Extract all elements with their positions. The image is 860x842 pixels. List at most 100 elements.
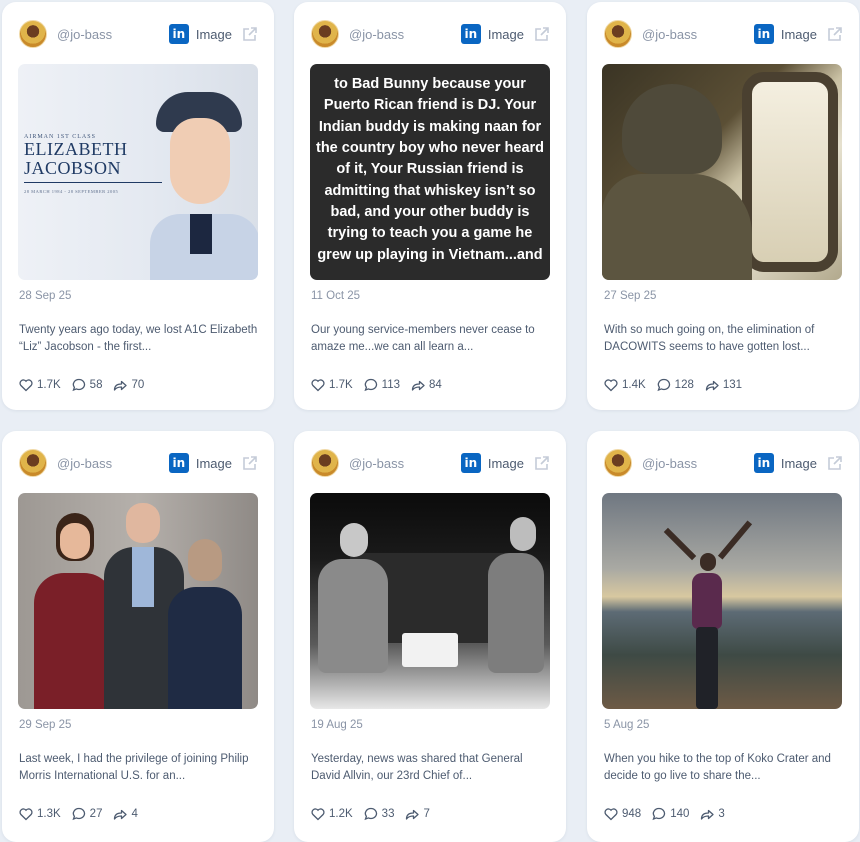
stage-table: [402, 633, 458, 667]
linkedin-icon: in: [753, 453, 774, 473]
airman-figure: [150, 64, 258, 280]
heart-icon: [311, 808, 325, 821]
likes-count: 1.2K: [329, 808, 353, 820]
speaker-left: [318, 523, 388, 673]
post-image[interactable]: [18, 493, 258, 709]
author-handle[interactable]: @jo-bass: [349, 27, 461, 42]
post-image[interactable]: [310, 493, 550, 709]
engagement-stats: 1.4K 128 131: [604, 378, 753, 392]
likes-count: 1.7K: [37, 379, 61, 391]
shares-count: 4: [131, 808, 138, 820]
likes-count: 948: [622, 808, 642, 820]
comment-icon: [72, 378, 85, 392]
post-date: 5 Aug 25: [604, 719, 650, 731]
post-card[interactable]: @jo-bass in Image 29 Sep 25 Last week, I…: [2, 431, 274, 842]
shares-count: 70: [131, 379, 145, 391]
comment-icon: [72, 807, 85, 821]
heart-icon: [604, 379, 618, 392]
likes-count: 1.3K: [37, 808, 61, 820]
pilot-helmet: [622, 84, 722, 174]
engagement-stats: 1.7K 113 84: [311, 378, 453, 392]
author-handle[interactable]: @jo-bass: [57, 456, 169, 471]
post-image[interactable]: AIRMAN 1ST CLASS ELIZABETH JACOBSON 28 M…: [18, 64, 258, 280]
heart-icon: [19, 379, 33, 392]
external-link-icon[interactable]: [533, 26, 550, 43]
post-date: 19 Aug 25: [311, 719, 363, 731]
post-type-label: Image: [780, 26, 817, 42]
card-header: @jo-bass in Image: [311, 447, 550, 479]
linkedin-icon: in: [753, 24, 774, 44]
comment-icon: [652, 807, 666, 821]
post-image[interactable]: [602, 493, 842, 709]
comments-count: 58: [89, 379, 103, 391]
avatar: [19, 20, 47, 48]
shares-stat: 70: [113, 378, 144, 392]
post-card[interactable]: @jo-bass in Image 19 Aug 25 Yesterday, n…: [294, 431, 566, 842]
comment-icon: [364, 378, 377, 392]
post-caption: When you hike to the top of Koko Crater …: [604, 753, 831, 782]
comments-count: 33: [381, 808, 395, 820]
share-icon: [411, 380, 425, 391]
window-frame: [742, 72, 838, 272]
likes-count: 1.4K: [622, 379, 646, 391]
shares-count: 131: [722, 379, 743, 391]
external-link-icon[interactable]: [533, 455, 550, 472]
shares-count: 7: [423, 808, 430, 820]
post-card[interactable]: @jo-bass in Image 5 Aug 25 When you hike…: [587, 431, 859, 842]
memorial-title: AIRMAN 1ST CLASS ELIZABETH JACOBSON 28 M…: [24, 134, 162, 194]
linkedin-icon: in: [168, 453, 189, 473]
card-header: @jo-bass in Image: [19, 18, 258, 50]
avatar: [604, 20, 632, 48]
comments-count: 140: [670, 808, 690, 820]
post-caption: Yesterday, news was shared that General …: [311, 753, 523, 782]
comments-stat: 140: [652, 807, 689, 821]
author-handle[interactable]: @jo-bass: [642, 456, 754, 471]
likes-stat: 1.4K: [604, 378, 646, 392]
comments-count: 27: [89, 808, 103, 820]
card-header: @jo-bass in Image: [311, 18, 550, 50]
shares-stat: 7: [405, 807, 430, 821]
author-handle[interactable]: @jo-bass: [349, 456, 461, 471]
heart-icon: [311, 379, 325, 392]
share-icon: [114, 809, 128, 820]
post-card[interactable]: @jo-bass in Image AIRMAN 1ST CLASS ELIZA…: [2, 2, 274, 410]
post-image[interactable]: to Bad Bunny because your Puerto Rican f…: [310, 64, 550, 280]
post-type-label: Image: [487, 455, 524, 471]
comment-icon: [364, 807, 377, 821]
shares-stat: 84: [411, 378, 442, 392]
engagement-stats: 1.7K 58 70: [19, 378, 155, 392]
card-header: @jo-bass in Image: [19, 447, 258, 479]
author-handle[interactable]: @jo-bass: [57, 27, 169, 42]
post-image[interactable]: [602, 64, 842, 280]
comments-stat: 58: [72, 378, 103, 392]
title-rule: [24, 182, 162, 183]
post-caption: Last week, I had the privilege of joinin…: [19, 753, 249, 782]
likes-count: 1.7K: [329, 379, 353, 391]
hiker-figure: [663, 520, 753, 709]
external-link-icon[interactable]: [826, 455, 843, 472]
post-date: 28 Sep 25: [19, 290, 72, 302]
speaker-right: [470, 517, 544, 673]
post-caption: Twenty years ago today, we lost A1C Eliz…: [19, 324, 258, 353]
linkedin-icon: in: [460, 453, 481, 473]
shares-stat: 4: [113, 807, 138, 821]
external-link-icon[interactable]: [241, 26, 258, 43]
heart-icon: [604, 808, 618, 821]
external-link-icon[interactable]: [826, 26, 843, 43]
comments-stat: 27: [72, 807, 103, 821]
person-right: [168, 539, 242, 709]
pilot-body: [602, 174, 752, 280]
external-link-icon[interactable]: [241, 455, 258, 472]
post-card[interactable]: @jo-bass in Image 27 Sep 25 With so much…: [587, 2, 859, 410]
post-date: 29 Sep 25: [19, 719, 72, 731]
memorial-dates: 28 MARCH 1984 - 28 SEPTEMBER 2005: [24, 189, 119, 194]
avatar: [604, 449, 632, 477]
comments-stat: 113: [364, 378, 400, 392]
likes-stat: 1.7K: [19, 378, 61, 392]
engagement-stats: 948 140 3: [604, 807, 736, 821]
post-date: 27 Sep 25: [604, 290, 657, 302]
linkedin-icon: in: [460, 24, 481, 44]
post-card[interactable]: @jo-bass in Image to Bad Bunny because y…: [294, 2, 566, 410]
author-handle[interactable]: @jo-bass: [642, 27, 754, 42]
comments-count: 128: [674, 379, 694, 391]
